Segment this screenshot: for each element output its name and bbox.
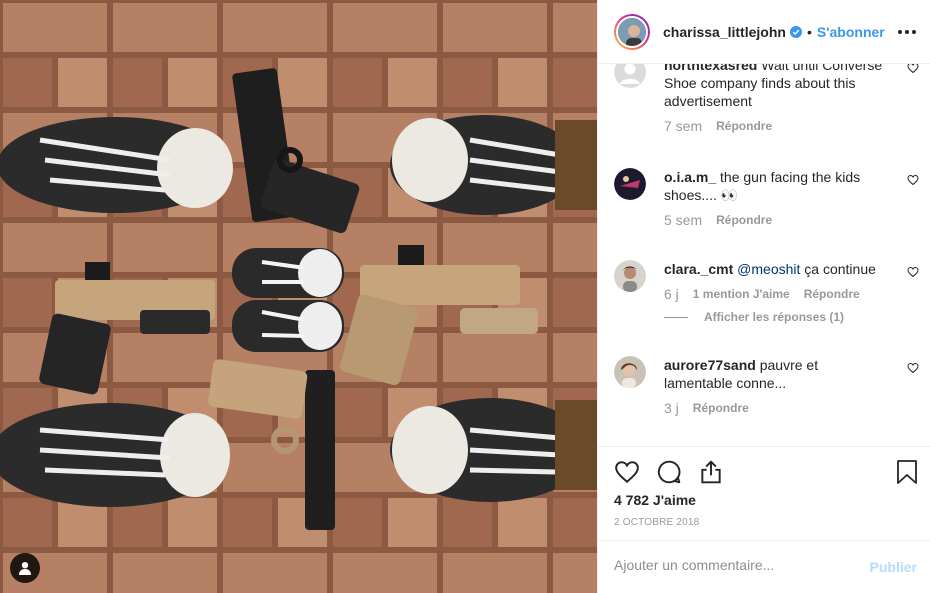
publish-button[interactable]: Publier [870,559,917,575]
author-avatar[interactable] [614,13,650,50]
comment-bubble-icon[interactable] [656,459,682,485]
comment-input[interactable] [614,557,844,573]
photo-illustration [0,0,597,593]
sneaker-bottom-left [0,403,230,507]
view-replies-button[interactable]: Afficher les réponses (1) [664,310,919,324]
comment-text: o.i.a.m_ the gun facing the kids shoes..… [664,168,889,204]
comment-meta: 7 sem Répondre [664,118,919,134]
bookmark-icon[interactable] [895,459,919,485]
sneaker-top-right [390,115,597,215]
comment-mention[interactable]: @meoshit [737,261,800,277]
post-side-panel: charissa_littlejohn • S'abonner northtex… [597,0,930,593]
follow-button[interactable]: S'abonner [817,24,885,40]
like-comment-heart-icon[interactable] [907,64,919,74]
comment-avatar[interactable] [614,64,646,88]
comment-composer: Publier [598,540,930,593]
likes-count[interactable]: 4 782 J'aime [614,492,696,508]
comment-username[interactable]: o.i.a.m_ [664,169,716,185]
comment-username[interactable]: clara._cmt [664,261,733,277]
comment-avatar[interactable] [614,168,646,200]
view-replies-label: Afficher les réponses (1) [704,310,845,324]
sneaker-bottom-right [390,398,597,502]
comment-item: o.i.a.m_ the gun facing the kids shoes..… [614,168,919,228]
post-date[interactable]: 2 OCTOBRE 2018 [614,517,699,528]
avatar-image [614,356,646,388]
comment-text: northtexasred Wait until Converse Shoe c… [664,64,889,110]
comments-list[interactable]: northtexasred Wait until Converse Shoe c… [598,64,930,446]
reply-button[interactable]: Répondre [693,401,749,415]
reply-button[interactable]: Répondre [716,119,772,133]
author-username[interactable]: charissa_littlejohn [663,24,786,40]
comment-item: northtexasred Wait until Converse Shoe c… [614,64,919,134]
default-avatar-icon [614,64,646,88]
like-comment-heart-icon[interactable] [907,266,919,278]
comment-text: clara._cmt @meoshit ça continue [664,260,889,278]
comment-item: aurore77sand pauvre et lamentable conne.… [614,356,919,416]
comment-avatar[interactable] [614,260,646,292]
separator-dot: • [806,23,812,40]
sneaker-top-left [0,117,233,213]
comment-time[interactable]: 7 sem [664,118,702,134]
action-icons [614,459,724,485]
like-heart-icon[interactable] [614,459,640,485]
comment-item: clara._cmt @meoshit ça continue 6 j 1 me… [614,260,919,324]
verified-badge-icon [789,25,802,38]
instagram-post-modal: charissa_littlejohn • S'abonner northtex… [0,0,930,593]
like-comment-heart-icon[interactable] [907,174,919,186]
comment-time[interactable]: 6 j [664,286,679,302]
comment-username[interactable]: aurore77sand [664,357,756,373]
more-options-icon[interactable] [897,22,917,42]
avatar-image [614,260,646,292]
post-actions: 4 782 J'aime 2 OCTOBRE 2018 [598,446,930,540]
avatar-image [614,168,646,200]
comment-meta: 6 j 1 mention J'aime Répondre [664,286,919,302]
like-comment-heart-icon[interactable] [907,362,919,374]
avatar-image [618,17,646,46]
comment-meta: 5 sem Répondre [664,212,919,228]
tagged-users-button[interactable] [10,553,40,583]
comment-time[interactable]: 5 sem [664,212,702,228]
replies-divider-line [664,316,688,318]
comment-likes-count[interactable]: 1 mention J'aime [693,287,790,301]
share-icon[interactable] [698,459,724,485]
comment-time[interactable]: 3 j [664,400,679,416]
post-photo[interactable] [0,0,597,593]
reply-button[interactable]: Répondre [716,213,772,227]
comment-username[interactable]: northtexasred [664,64,757,73]
comment-avatar[interactable] [614,356,646,388]
comment-text: aurore77sand pauvre et lamentable conne.… [664,356,889,392]
person-icon [19,562,31,575]
comment-message: ça continue [804,261,876,277]
comment-meta: 3 j Répondre [664,400,919,416]
reply-button[interactable]: Répondre [804,287,860,301]
post-header: charissa_littlejohn • S'abonner [598,0,930,64]
